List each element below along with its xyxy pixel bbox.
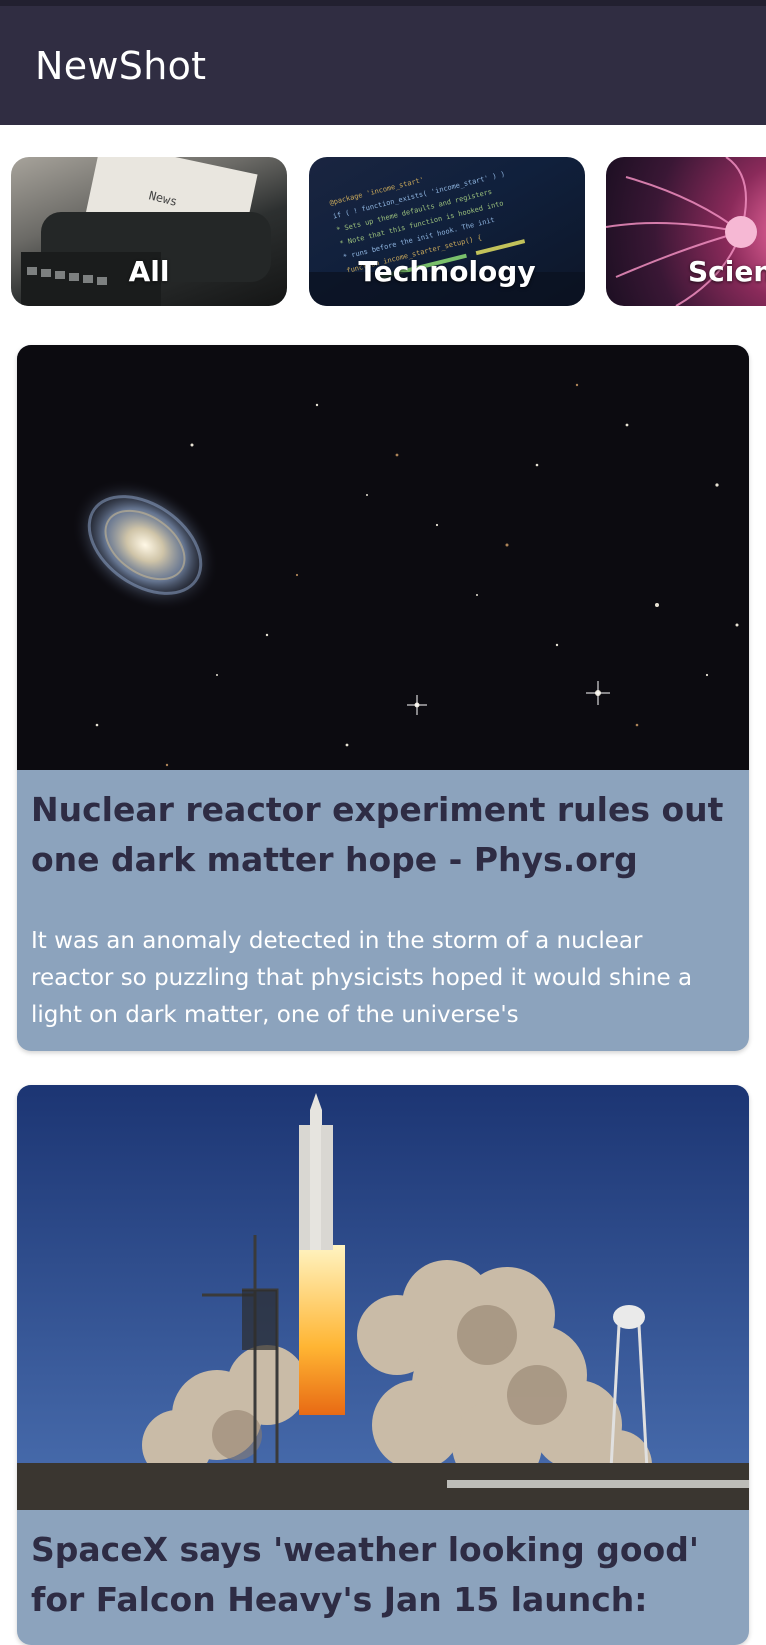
article-description: It was an anomaly detected in the storm … [31,928,693,1028]
galaxy-image [17,345,749,770]
app-title: NewShot [35,44,207,88]
category-label: Scien [688,255,766,288]
category-label: All [128,255,170,288]
article-card[interactable]: Nuclear reactor experiment rules out one… [17,345,749,1051]
article-title[interactable]: Nuclear reactor experiment rules out one… [31,785,725,885]
category-science[interactable]: Scien [606,157,766,306]
category-all[interactable]: News All [11,157,287,306]
category-row[interactable]: News All @package 'income_start' if ( ! … [0,157,766,307]
article-card[interactable]: SpaceX says 'weather looking good' for F… [17,1085,749,1645]
category-technology[interactable]: @package 'income_start' if ( ! function_… [309,157,585,306]
rocket-launch-image [17,1085,749,1510]
category-label: Technology [358,255,536,288]
article-title[interactable]: SpaceX says 'weather looking good' for F… [31,1525,725,1625]
app-bar: NewShot [0,6,766,125]
